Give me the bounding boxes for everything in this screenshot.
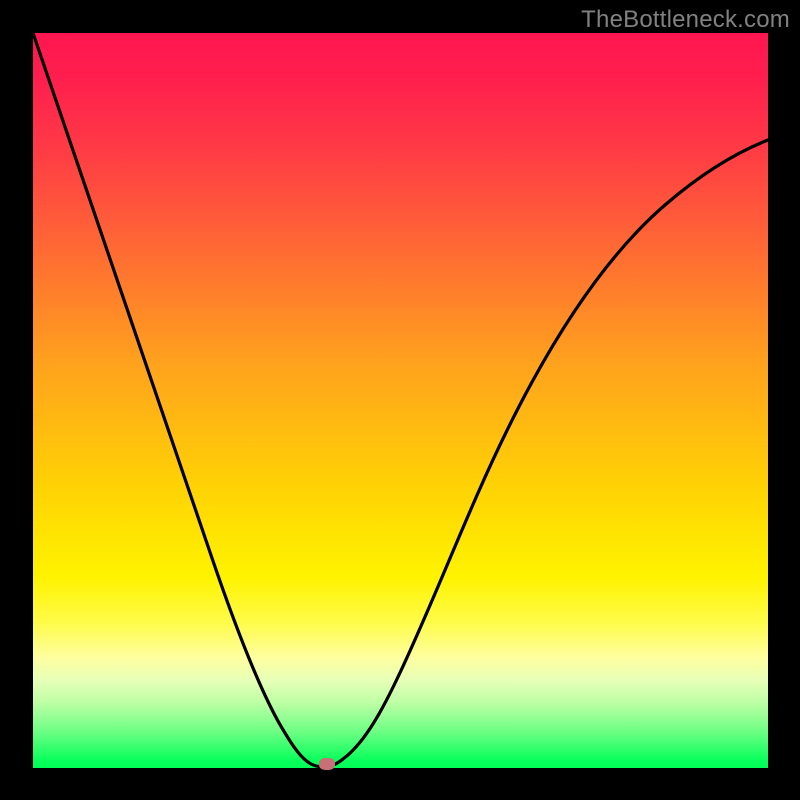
- chart-frame: TheBottleneck.com: [0, 0, 800, 800]
- curve-path: [33, 33, 768, 767]
- optimal-point-marker: [319, 758, 335, 770]
- plot-area: [33, 33, 768, 768]
- watermark-text: TheBottleneck.com: [581, 6, 790, 34]
- bottleneck-curve: [33, 33, 768, 768]
